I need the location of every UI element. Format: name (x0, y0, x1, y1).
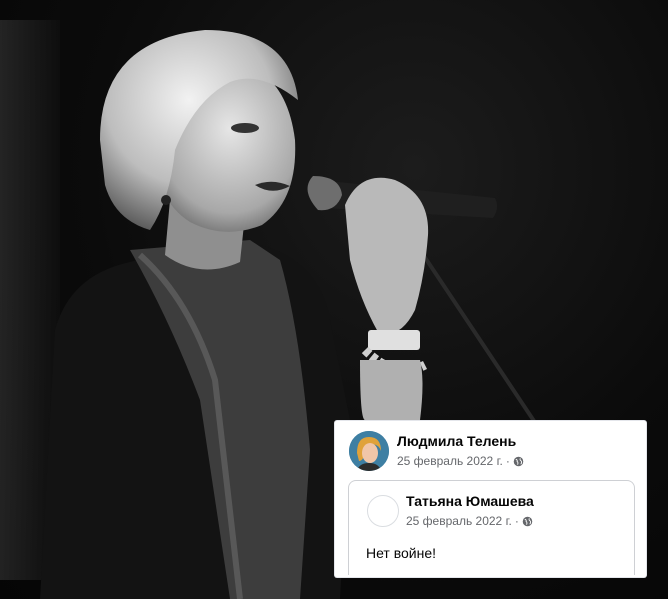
facebook-post-card: Людмила Телень 25 февраль 2022 г. · Тать… (335, 421, 646, 577)
shared-post-author-name[interactable]: Татьяна Юмашева (406, 493, 534, 509)
shared-post[interactable]: Татьяна Юмашева 25 февраль 2022 г. · Нет… (348, 480, 635, 575)
meta-separator: · (505, 454, 510, 468)
shared-post-avatar[interactable] (367, 495, 399, 527)
post-meta: 25 февраль 2022 г. · (397, 454, 524, 468)
post-date[interactable]: 25 февраль 2022 г. (397, 454, 503, 468)
globe-icon[interactable] (513, 456, 524, 467)
shared-post-text: Нет войне! (366, 545, 437, 561)
shared-post-date[interactable]: 25 февраль 2022 г. (406, 514, 512, 528)
avatar[interactable] (349, 431, 389, 471)
post-author-name[interactable]: Людмила Телень (397, 433, 516, 449)
globe-icon[interactable] (522, 516, 533, 527)
meta-separator: · (514, 514, 519, 528)
shared-post-meta: 25 февраль 2022 г. · (406, 514, 533, 528)
